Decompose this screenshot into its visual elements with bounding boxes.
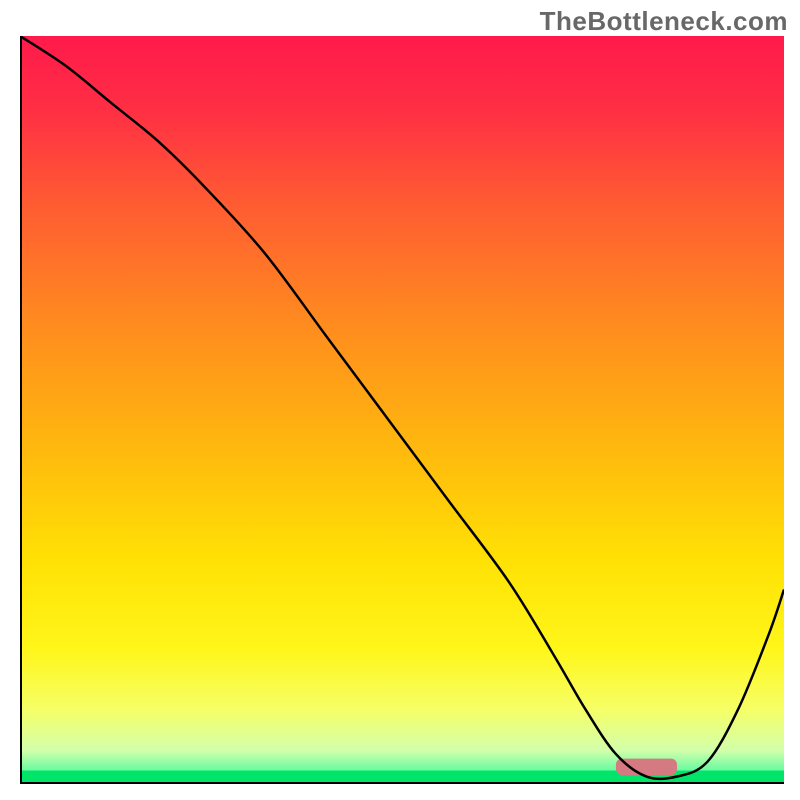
watermark-text: TheBottleneck.com xyxy=(540,6,788,37)
optimal-marker xyxy=(616,759,677,775)
gradient-background xyxy=(20,36,784,784)
chart-container: TheBottleneck.com xyxy=(0,0,800,800)
plot-svg xyxy=(20,36,784,784)
plot-area xyxy=(20,36,784,784)
